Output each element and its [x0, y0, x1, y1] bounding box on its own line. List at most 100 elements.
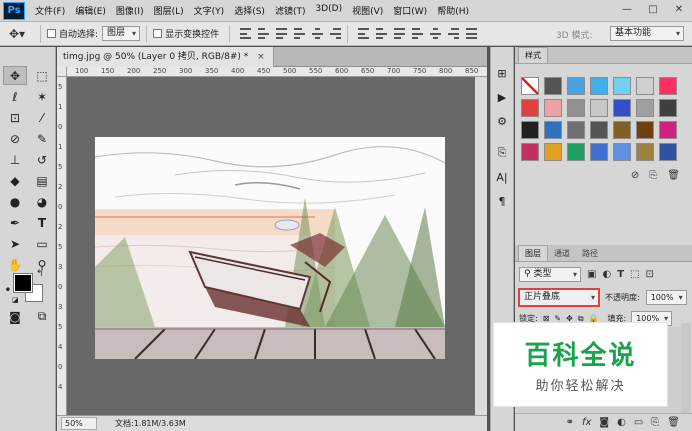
swap-colors-icon[interactable]: ↰ [36, 269, 44, 279]
align-vcenter-icon[interactable] [258, 28, 270, 39]
style-swatch[interactable] [521, 99, 539, 117]
style-swatch[interactable] [567, 121, 585, 139]
style-swatch[interactable] [590, 77, 608, 95]
style-swatch[interactable] [544, 77, 562, 95]
style-swatch[interactable] [659, 143, 677, 161]
menu-item[interactable]: 文件(F) [35, 4, 65, 17]
filter-pixel-icon[interactable]: ▣ [587, 269, 596, 280]
filter-type-icon[interactable]: T [617, 269, 624, 280]
clone-stamp-tool-icon[interactable]: ⊥ [3, 150, 27, 169]
distribute-hcenter-icon[interactable] [430, 28, 442, 39]
tab-paths[interactable]: 路径 [576, 246, 604, 261]
tab-channels[interactable]: 通道 [548, 246, 576, 261]
document-close-icon[interactable]: × [257, 52, 265, 62]
menu-item[interactable]: 3D(D) [315, 4, 342, 17]
opacity-field[interactable]: 100% [645, 290, 687, 305]
distribute-bottom-icon[interactable] [394, 28, 406, 39]
distribute-vcenter-icon[interactable] [376, 28, 388, 39]
maximize-button[interactable]: □ [644, 3, 662, 17]
auto-select-checkbox[interactable] [47, 29, 56, 38]
new-group-icon[interactable]: ▭ [634, 417, 643, 428]
style-swatch[interactable] [659, 121, 677, 139]
healing-brush-tool-icon[interactable]: ⊘ [3, 129, 27, 148]
adjustment-layer-icon[interactable]: ◐ [617, 417, 626, 428]
delete-layer-icon[interactable]: 🗑 [667, 417, 680, 428]
style-swatch[interactable] [590, 143, 608, 161]
pen-tool-icon[interactable]: ✒ [3, 213, 27, 232]
filter-shape-icon[interactable]: ⬚ [630, 269, 639, 280]
style-swatch[interactable] [613, 99, 631, 117]
default-colors-icon[interactable]: ◪ [12, 296, 19, 304]
style-swatch[interactable] [567, 99, 585, 117]
character-icon[interactable]: A| [491, 167, 513, 187]
style-swatch[interactable] [544, 99, 562, 117]
foreground-color-swatch[interactable] [13, 273, 33, 293]
style-swatch[interactable] [567, 77, 585, 95]
history-icon[interactable]: ⊞ [491, 63, 513, 83]
style-swatch[interactable] [567, 143, 585, 161]
style-swatch[interactable] [613, 121, 631, 139]
paragraph-icon[interactable]: ¶ [491, 191, 513, 211]
style-swatch[interactable] [544, 121, 562, 139]
menu-item[interactable]: 编辑(E) [75, 4, 106, 17]
zoom-level-field[interactable]: 50% [61, 417, 97, 430]
workspace-dropdown[interactable]: 基本功能 [610, 26, 684, 41]
eraser-tool-icon[interactable]: ◆ [3, 171, 27, 190]
menu-item[interactable]: 图像(I) [116, 4, 144, 17]
style-swatch[interactable] [636, 99, 654, 117]
hand-tool-icon[interactable]: ✋ [3, 255, 27, 274]
style-swatch[interactable] [659, 77, 677, 95]
style-swatch[interactable] [521, 143, 539, 161]
magic-wand-tool-icon[interactable]: ✶ [30, 87, 54, 106]
distribute-left-icon[interactable] [412, 28, 424, 39]
style-swatch[interactable] [521, 77, 539, 95]
menu-item[interactable]: 图层(L) [154, 4, 184, 17]
filter-adjustment-icon[interactable]: ◐ [602, 269, 611, 280]
new-style-icon[interactable]: ⎘ [649, 170, 657, 181]
new-layer-icon[interactable]: ⎘ [651, 417, 659, 428]
menu-item[interactable]: 文字(Y) [194, 4, 225, 17]
history-brush-tool-icon[interactable]: ↺ [30, 150, 54, 169]
align-left-icon[interactable] [294, 28, 306, 39]
style-swatch[interactable] [590, 121, 608, 139]
show-transform-checkbox[interactable] [153, 29, 163, 38]
tab-layers[interactable]: 图层 [518, 245, 548, 261]
clone-source-icon[interactable]: ⎘ [491, 143, 513, 163]
layers-scrollbar[interactable] [681, 323, 691, 413]
menu-item[interactable]: 选择(S) [234, 4, 265, 17]
vertical-scrollbar[interactable] [475, 77, 487, 415]
style-swatch[interactable] [636, 121, 654, 139]
align-bottom-icon[interactable] [276, 28, 288, 39]
layer-filter-dropdown[interactable]: ⚲ 类型 [519, 267, 581, 282]
align-right-icon[interactable] [330, 28, 342, 39]
menu-item[interactable]: 视图(V) [352, 4, 383, 17]
move-tool-icon[interactable]: ✥ [3, 66, 27, 85]
auto-align-icon[interactable] [466, 28, 478, 39]
style-swatch[interactable] [590, 99, 608, 117]
lasso-tool-icon[interactable]: ℓ [3, 87, 27, 106]
marquee-tool-icon[interactable]: ⬚ [30, 66, 54, 85]
document-tab[interactable]: timg.jpg @ 50% (Layer 0 拷贝, RGB/8#) * × [57, 47, 274, 67]
clear-style-icon[interactable]: ⊘ [631, 170, 639, 181]
align-hcenter-icon[interactable] [312, 28, 324, 39]
document-canvas-image[interactable] [95, 137, 445, 359]
crop-tool-icon[interactable]: ⊡ [3, 108, 27, 127]
blend-mode-dropdown[interactable]: 正片叠底 [518, 288, 600, 307]
delete-style-icon[interactable]: 🗑 [667, 170, 680, 181]
blur-tool-icon[interactable]: ● [3, 192, 27, 211]
dodge-tool-icon[interactable]: ◕ [30, 192, 54, 211]
layer-style-icon[interactable]: fx [582, 417, 591, 428]
tab-styles[interactable]: 样式 [518, 47, 548, 63]
distribute-top-icon[interactable] [358, 28, 370, 39]
minimize-button[interactable]: — [618, 3, 636, 17]
distribute-right-icon[interactable] [448, 28, 460, 39]
add-mask-icon[interactable]: ◙ [599, 417, 609, 428]
style-swatch[interactable] [613, 143, 631, 161]
move-tool-preset-icon[interactable]: ✥▾ [0, 24, 34, 44]
style-swatch[interactable] [521, 121, 539, 139]
style-swatch[interactable] [636, 143, 654, 161]
eyedropper-tool-icon[interactable]: ⁄ [30, 108, 54, 127]
style-swatch[interactable] [544, 143, 562, 161]
properties-icon[interactable]: ⚙ [491, 111, 513, 131]
rectangle-tool-icon[interactable]: ▭ [30, 234, 54, 253]
